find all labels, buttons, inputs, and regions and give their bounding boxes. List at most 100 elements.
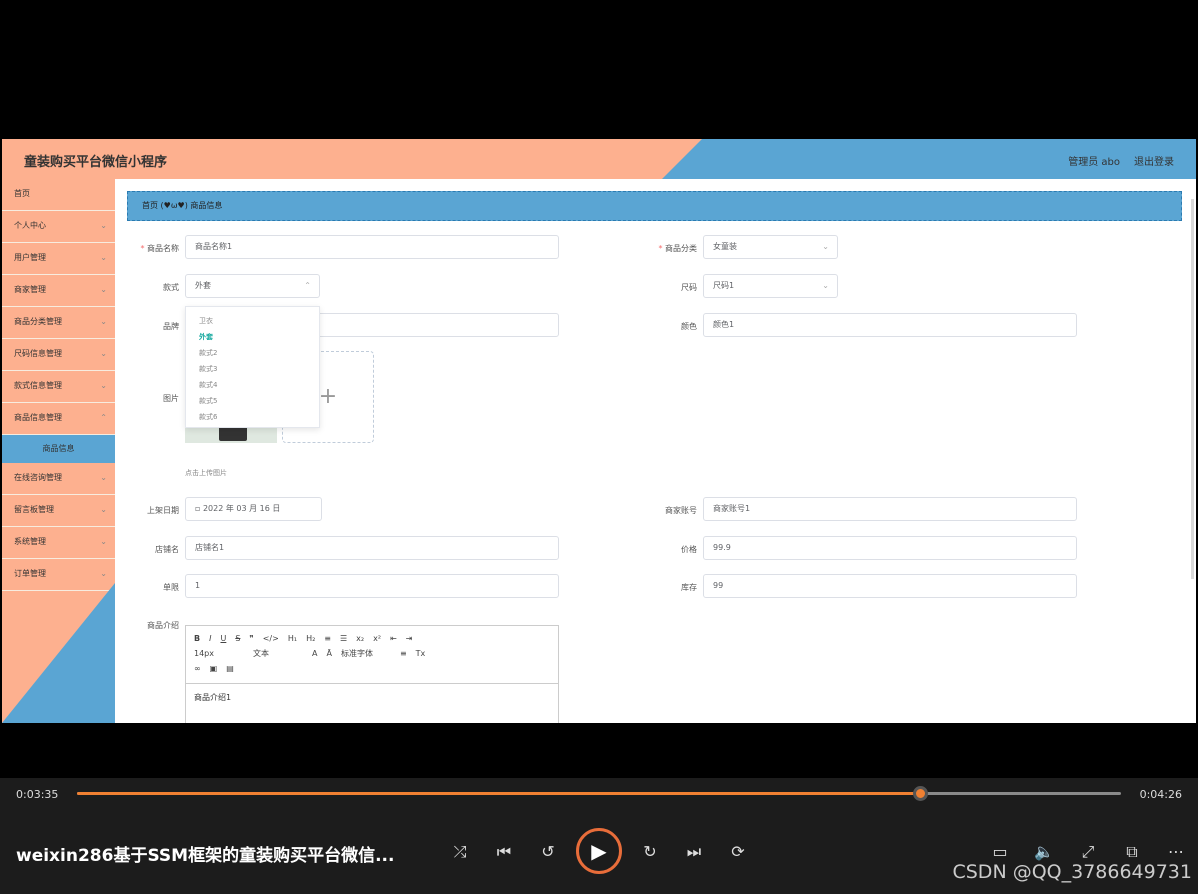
subscript-icon[interactable]: x₂	[356, 634, 364, 643]
sidebar-item-sizes[interactable]: 尺码信息管理 ⌄	[2, 339, 115, 371]
sidebar-item-label: 在线咨询管理	[14, 473, 62, 482]
style-label: 款式	[163, 283, 179, 292]
italic-icon[interactable]: I	[209, 634, 211, 643]
underline-icon[interactable]: U	[220, 634, 226, 643]
chevron-down-icon: ⌄	[100, 253, 107, 262]
video-frame[interactable]: 童装购买平台微信小程序 管理员 abo 退出登录 首页 个人中心 ⌄ 用户管理 ⌄ …	[2, 139, 1196, 723]
main-content: 首页 (♥ω♥) 商品信息 * 商品名称 商品名称1 * 商品分类 女童装 ⌄ 款…	[115, 179, 1196, 723]
bg-color-icon[interactable]: Ā	[326, 649, 331, 658]
forward-30-icon[interactable]: ↻	[638, 840, 662, 864]
sidebar-item-consult[interactable]: 在线咨询管理 ⌄	[2, 463, 115, 495]
repeat-icon[interactable]: ⟳	[726, 840, 750, 864]
editor-toolbar-row: ∞ ▣ ▤	[186, 661, 558, 676]
merchant-input[interactable]: 商家账号1	[703, 497, 1077, 521]
chevron-down-icon: ⌄	[100, 349, 107, 358]
stock-input[interactable]: 99	[703, 574, 1077, 598]
product-name-input[interactable]: 商品名称1	[185, 235, 559, 259]
link-icon[interactable]: ∞	[194, 664, 201, 673]
sidebar-item-categories[interactable]: 商品分类管理 ⌄	[2, 307, 115, 339]
scrollbar[interactable]	[1191, 199, 1194, 579]
sidebar-item-merchants[interactable]: 商家管理 ⌄	[2, 275, 115, 307]
sidebar-item-styles[interactable]: 款式信息管理 ⌄	[2, 371, 115, 403]
price-input[interactable]: 99.9	[703, 536, 1077, 560]
progress-played	[77, 792, 920, 795]
editor-body[interactable]: 商品介绍1	[186, 683, 558, 723]
header-blue-decoration	[662, 139, 1196, 179]
sidebar-subitem-product-info[interactable]: 商品信息	[2, 435, 115, 463]
stock-label: 库存	[681, 583, 697, 592]
ordered-list-icon[interactable]: ≡	[324, 634, 331, 643]
sidebar-item-label: 商品信息管理	[14, 413, 62, 422]
shop-input[interactable]: 店铺名1	[185, 536, 559, 560]
dropdown-option[interactable]: 款式5	[186, 393, 319, 409]
size-select[interactable]: 尺码1 ⌄	[703, 274, 838, 298]
sidebar-item-label: 商品分类管理	[14, 317, 62, 326]
total-time: 0:04:26	[1139, 788, 1182, 801]
chevron-down-icon: ⌄	[822, 242, 829, 251]
sidebar-item-label: 首页	[14, 189, 30, 198]
style-select[interactable]: 外套 ⌃	[185, 274, 320, 298]
upload-tip: 点击上传图片	[185, 469, 227, 477]
block-type-select[interactable]: 文本	[253, 648, 303, 659]
category-select[interactable]: 女童装 ⌄	[703, 235, 838, 259]
date-picker[interactable]: ▫ 2022 年 03 月 16 日	[185, 497, 322, 521]
rewind-10-icon[interactable]: ↺	[536, 840, 560, 864]
sidebar-item-label: 用户管理	[14, 253, 46, 262]
font-size-select[interactable]: 14px	[194, 649, 244, 658]
rich-text-editor[interactable]: BIUS ❞ </> H₁ H₂ ≡ ☰ x₂ x² ⇤ ⇥ 14px 文本 AĀ 标准字…	[185, 625, 559, 723]
breadcrumb: 首页 (♥ω♥) 商品信息	[127, 191, 1182, 221]
h2-icon[interactable]: H₂	[306, 634, 315, 643]
progress-track[interactable]	[77, 786, 1121, 801]
price-label: 价格	[681, 545, 697, 554]
editor-toolbar-row: BIUS ❞ </> H₁ H₂ ≡ ☰ x₂ x² ⇤ ⇥	[186, 631, 558, 646]
align-icon[interactable]: ≡	[400, 649, 407, 658]
product-name-label: * 商品名称	[140, 244, 179, 253]
clear-format-icon[interactable]: Tx	[416, 649, 426, 658]
screen: 童装购买平台微信小程序 管理员 abo 退出登录 首页 个人中心 ⌄ 用户管理 ⌄ …	[0, 0, 1198, 894]
next-icon[interactable]: ⏭	[682, 840, 706, 864]
limit-label: 单限	[163, 583, 179, 592]
h1-icon[interactable]: H₁	[288, 634, 297, 643]
outdent-icon[interactable]: ⇤	[390, 634, 397, 643]
dropdown-option[interactable]: 款式3	[186, 361, 319, 377]
logout-link[interactable]: 退出登录	[1134, 153, 1174, 168]
sidebar-item-users[interactable]: 用户管理 ⌄	[2, 243, 115, 275]
sidebar-item-products[interactable]: 商品信息管理 ⌃	[2, 403, 115, 435]
font-color-icon[interactable]: A	[312, 649, 317, 658]
chevron-down-icon: ⌄	[100, 221, 107, 230]
sidebar-item-personal[interactable]: 个人中心 ⌄	[2, 211, 115, 243]
dropdown-option-selected[interactable]: 外套	[186, 329, 319, 345]
sidebar-item-label: 留言板管理	[14, 505, 54, 514]
strike-icon[interactable]: S	[235, 634, 240, 643]
play-button[interactable]: ▶	[576, 828, 622, 874]
dropdown-option[interactable]: 款式2	[186, 345, 319, 361]
sidebar-item-system[interactable]: 系统管理 ⌄	[2, 527, 115, 559]
style-dropdown: 卫衣 外套 款式2 款式3 款式4 款式5 款式6	[185, 306, 320, 428]
bold-icon[interactable]: B	[194, 634, 200, 643]
video-icon[interactable]: ▤	[226, 664, 234, 673]
sidebar-item-label: 订单管理	[14, 569, 46, 578]
video-player-bar: 0:03:35 0:04:26 weixin286基于SSM框架的童装购买平台微…	[0, 778, 1198, 894]
superscript-icon[interactable]: x²	[373, 634, 381, 643]
dropdown-option[interactable]: 款式6	[186, 409, 319, 425]
video-title: weixin286基于SSM框架的童装购买平台微信...	[16, 846, 395, 866]
bullet-list-icon[interactable]: ☰	[340, 634, 347, 643]
font-family-select[interactable]: 标准字体	[341, 648, 391, 659]
limit-input[interactable]: 1	[185, 574, 559, 598]
sidebar-item-messages[interactable]: 留言板管理 ⌄	[2, 495, 115, 527]
breadcrumb-home[interactable]: 首页	[142, 201, 158, 210]
quote-icon[interactable]: ❞	[249, 634, 253, 643]
previous-icon[interactable]: ⏮	[492, 840, 516, 864]
color-input[interactable]: 颜色1	[703, 313, 1077, 337]
indent-icon[interactable]: ⇥	[406, 634, 413, 643]
dropdown-option[interactable]: 款式4	[186, 377, 319, 393]
dropdown-option[interactable]: 卫衣	[186, 313, 319, 329]
image-label: 图片	[163, 394, 179, 403]
sidebar-item-home[interactable]: 首页	[2, 179, 115, 211]
shuffle-icon[interactable]: ⤮	[448, 840, 472, 864]
code-icon[interactable]: </>	[263, 634, 279, 643]
sidebar-item-label: 尺码信息管理	[14, 349, 62, 358]
image-icon[interactable]: ▣	[210, 664, 218, 673]
progress-knob[interactable]	[912, 786, 928, 801]
sidebar-item-orders[interactable]: 订单管理 ⌄	[2, 559, 115, 591]
